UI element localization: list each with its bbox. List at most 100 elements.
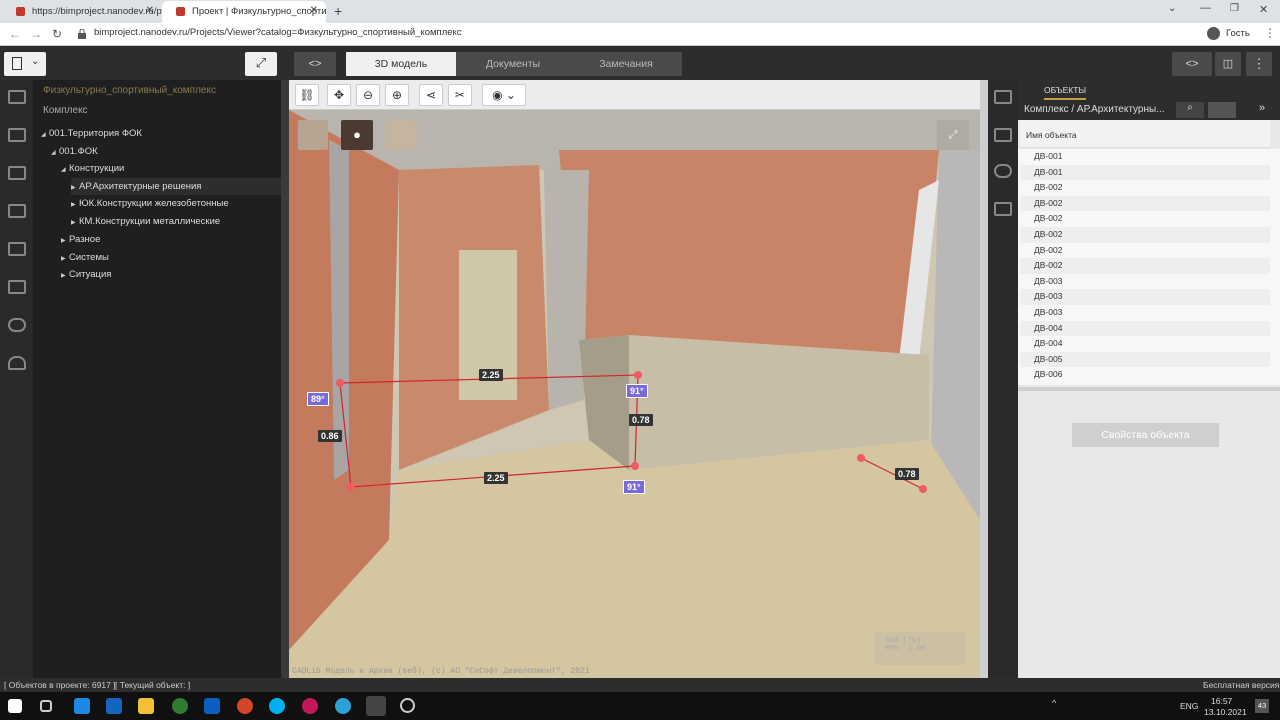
list-item[interactable]: ДВ-002 <box>1020 195 1270 212</box>
list-item[interactable]: ДВ-003 <box>1020 274 1270 290</box>
list-icon[interactable] <box>8 280 26 294</box>
skype-icon[interactable] <box>269 698 285 714</box>
measure-point[interactable] <box>336 379 344 387</box>
restore-icon[interactable]: ❐ <box>1230 3 1239 14</box>
zoom-in-icon[interactable]: ⊕ <box>385 84 409 106</box>
list-item[interactable]: ДВ-001 <box>1020 164 1270 181</box>
browser-tab-2[interactable]: Проект | Физкультурно_спортив ✕ <box>162 1 326 23</box>
list-item[interactable]: ДВ-005 <box>1020 351 1270 368</box>
list-item[interactable]: ДВ-002 <box>1020 180 1270 196</box>
clock-date[interactable]: 13.10.2021 <box>1204 707 1247 717</box>
start-icon[interactable] <box>8 699 22 713</box>
folder-icon[interactable] <box>138 698 154 714</box>
expand-icon[interactable]: ⤢ <box>245 52 277 76</box>
document-menu-button[interactable]: ⌄ <box>4 52 46 76</box>
new-tab-icon[interactable]: + <box>334 3 342 19</box>
list-item[interactable]: ДВ-002 <box>1020 243 1270 259</box>
minimize-icon[interactable]: — <box>1200 2 1211 14</box>
tree-item[interactable]: ▶ КМ.Конструкции металлические <box>71 213 277 230</box>
list-item[interactable]: ДВ-004 <box>1020 336 1270 352</box>
reload-icon[interactable]: ↻ <box>52 27 62 41</box>
splitter[interactable] <box>1018 387 1280 391</box>
list-item[interactable]: ДВ-002 <box>1020 258 1270 274</box>
cloud-icon[interactable] <box>8 356 26 370</box>
app-icon[interactable] <box>302 698 318 714</box>
tree-item[interactable]: ▶ ЮК.Конструкции железобетонные <box>71 195 277 212</box>
visibility-icon[interactable]: ◉ ⌄ <box>482 84 526 106</box>
close-tab-icon[interactable]: ✕ <box>146 5 154 16</box>
back-icon[interactable]: ← <box>9 27 21 41</box>
outlook-icon[interactable] <box>204 698 220 714</box>
view-360-icon[interactable] <box>8 318 26 332</box>
cut-icon[interactable]: ✂ <box>448 84 472 106</box>
tree-item[interactable]: ▶ Разное <box>61 231 277 248</box>
orbit-mode-icon[interactable]: ● <box>341 120 373 150</box>
tree-item[interactable]: ▶ Ситуация <box>61 266 277 283</box>
telegram-icon[interactable] <box>335 698 351 714</box>
chrome-icon[interactable] <box>366 696 386 716</box>
tree-item[interactable]: ◢ 001.Территория ФОК <box>41 125 277 142</box>
collapse-left-icon[interactable]: <> <box>294 52 336 76</box>
expand-panel-icon[interactable]: » <box>1248 102 1276 118</box>
monitor-icon[interactable] <box>994 128 1012 142</box>
list-item[interactable]: ДВ-001 <box>1020 149 1270 165</box>
tree-item[interactable]: ▶ Системы <box>61 249 277 266</box>
splitter[interactable] <box>980 80 988 678</box>
more-menu-icon[interactable]: ⋮ <box>1246 52 1272 76</box>
list-item[interactable]: ДВ-006 <box>1020 367 1270 383</box>
profile-avatar-icon[interactable] <box>1207 27 1220 40</box>
document-icon[interactable] <box>994 202 1012 216</box>
link-icon[interactable]: ⛓ <box>295 84 319 106</box>
close-window-icon[interactable]: ✕ <box>1259 3 1268 16</box>
language-indicator[interactable]: ENG <box>1180 701 1198 711</box>
objects-icon[interactable] <box>994 90 1012 104</box>
close-tab-icon[interactable]: ✕ <box>310 5 318 16</box>
list-item[interactable]: ДВ-003 <box>1020 289 1270 305</box>
app-icon[interactable] <box>106 698 122 714</box>
url-field[interactable]: bimproject.nanodev.ru/Projects/Viewer?ca… <box>94 27 462 38</box>
building-icon[interactable] <box>8 128 26 142</box>
list-item[interactable]: ДВ-004 <box>1020 320 1270 337</box>
object-properties-button[interactable]: Свойства объекта <box>1072 423 1219 447</box>
share-icon[interactable]: ⋖ <box>419 84 443 106</box>
tab-search-icon[interactable]: ⌄ <box>1168 3 1176 14</box>
app-icon[interactable] <box>172 698 188 714</box>
grid-icon[interactable] <box>8 242 26 256</box>
measure-point[interactable] <box>347 483 355 491</box>
measure-point[interactable] <box>631 462 639 470</box>
view-360-icon[interactable] <box>994 164 1012 178</box>
collapse-right-icon[interactable]: <> <box>1172 52 1212 76</box>
app-icon[interactable] <box>74 698 90 714</box>
structure-icon[interactable] <box>8 90 26 104</box>
tray-chevron-icon[interactable]: ^ <box>1052 698 1056 708</box>
list-item[interactable]: ДВ-002 <box>1020 211 1270 227</box>
tab-3d-model[interactable]: 3D модель <box>346 52 456 76</box>
tab-documents[interactable]: Документы <box>456 52 570 76</box>
split-view-icon[interactable]: ◫ <box>1215 52 1241 76</box>
walk-mode-icon[interactable] <box>298 120 328 150</box>
forward-icon[interactable]: → <box>30 27 42 41</box>
browser-menu-icon[interactable]: ⋮ <box>1264 26 1276 40</box>
list-item[interactable]: ДВ-002 <box>1020 227 1270 243</box>
fullscreen-icon[interactable]: ⤢ <box>937 120 969 150</box>
hand-mode-icon[interactable] <box>385 120 417 150</box>
profile-label[interactable]: Гость <box>1226 28 1250 39</box>
tab-remarks[interactable]: Замечания <box>570 52 682 76</box>
notifications-icon[interactable]: 43 <box>1255 699 1269 713</box>
measure-point[interactable] <box>857 454 865 462</box>
list-item[interactable]: ДВ-003 <box>1020 305 1270 321</box>
powerpoint-icon[interactable] <box>237 698 253 714</box>
3d-viewer[interactable]: ⛓ ✥ ⊖ ⊕ ⋖ ✂ ◉ ⌄ ● ⤢ 2.25 0.86 0.78 2.25 … <box>289 80 980 678</box>
task-view-icon[interactable] <box>40 700 52 712</box>
tree-item[interactable]: ◢ Конструкции <box>61 160 277 177</box>
floors-icon[interactable] <box>8 204 26 218</box>
tab-objects[interactable]: ОБЪЕКТЫ <box>1044 85 1086 100</box>
zoom-out-icon[interactable]: ⊖ <box>356 84 380 106</box>
measure-point[interactable] <box>634 371 642 379</box>
clock-time[interactable]: 16:57 <box>1211 696 1232 706</box>
app-icon[interactable] <box>400 698 415 713</box>
browser-tab-1[interactable]: https://bimproject.nanodev.ru/p ✕ <box>2 1 162 23</box>
measure-point[interactable] <box>919 485 927 493</box>
splitter[interactable] <box>281 80 289 678</box>
pan-icon[interactable]: ✥ <box>327 84 351 106</box>
